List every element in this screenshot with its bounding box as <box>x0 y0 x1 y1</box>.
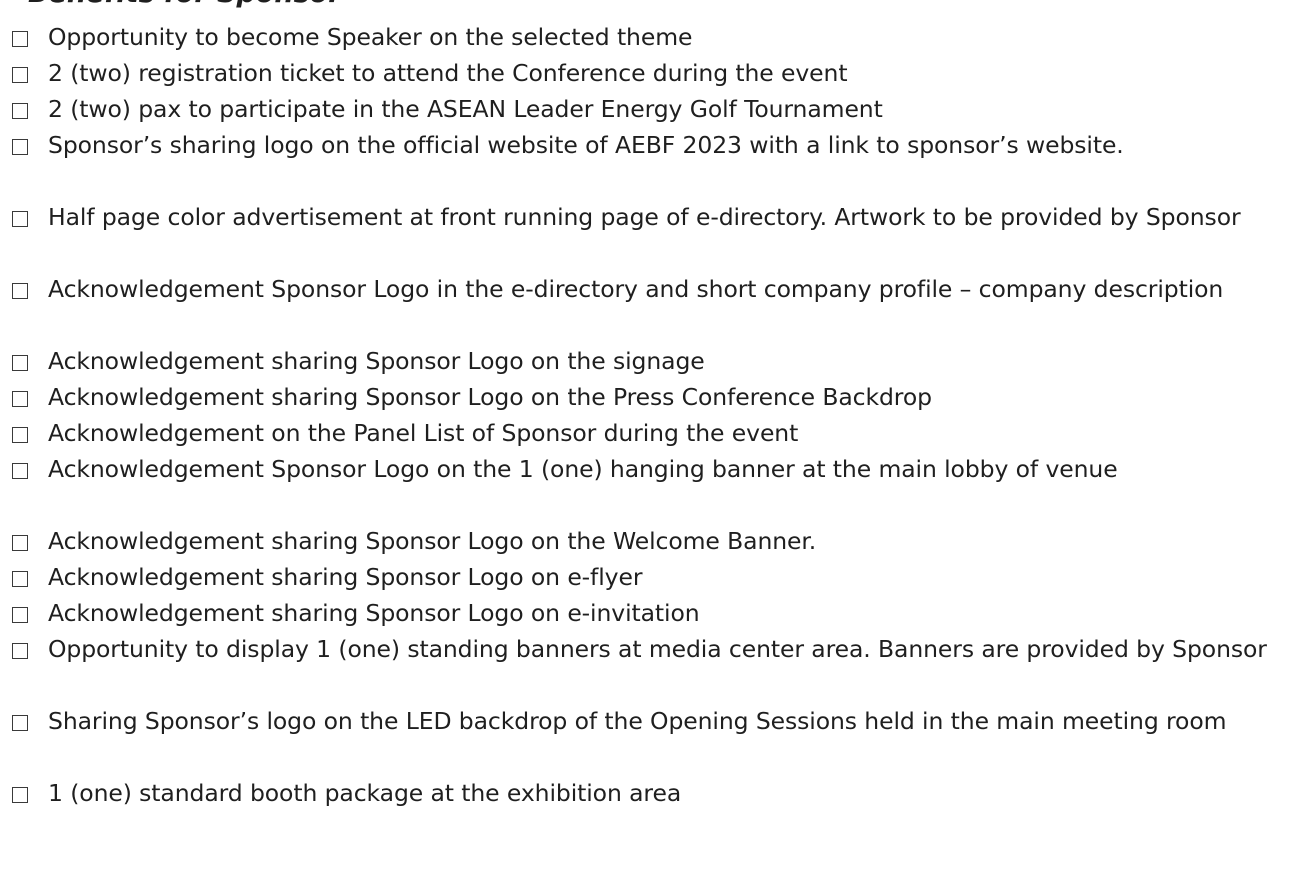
checkbox-icon <box>12 211 28 227</box>
section-heading-cropped: Benefits for Sponsor <box>0 0 1290 14</box>
checkbox-icon <box>12 535 28 551</box>
list-item-text: 2 (two) pax to participate in the ASEAN … <box>48 95 883 123</box>
checkbox-icon <box>12 391 28 407</box>
checkbox-icon <box>12 607 28 623</box>
list-item-text: Acknowledgement sharing Sponsor Logo on … <box>48 563 643 591</box>
checkbox-icon <box>12 571 28 587</box>
list-item-text: 1 (one) standard booth package at the ex… <box>48 779 682 807</box>
section-heading-text: Benefits for Sponsor <box>0 0 342 14</box>
checkbox-icon <box>12 283 28 299</box>
document-page: Benefits for Sponsor Opportunity to beco… <box>0 0 1290 882</box>
list-item-text: Opportunity to display 1 (one) standing … <box>48 635 1267 663</box>
checkbox-icon <box>12 355 28 371</box>
checkbox-icon <box>12 463 28 479</box>
list-item-text: Acknowledgement on the Panel List of Spo… <box>48 419 799 447</box>
checkbox-icon <box>12 67 28 83</box>
list-item-text: Acknowledgement Sponsor Logo in the e-di… <box>48 275 1224 303</box>
checkbox-icon <box>12 715 28 731</box>
checkbox-icon <box>12 643 28 659</box>
checkbox-icon <box>12 427 28 443</box>
list-item-text: Acknowledgement sharing Sponsor Logo on … <box>48 383 932 411</box>
list-item-text: Acknowledgement sharing Sponsor Logo on … <box>48 347 705 375</box>
list-item-text: Acknowledgement Sponsor Logo on the 1 (o… <box>48 455 1118 483</box>
checkbox-icon <box>12 787 28 803</box>
list-item-text: Acknowledgement sharing Sponsor Logo on … <box>48 527 817 555</box>
checkbox-icon <box>12 139 28 155</box>
list-item-text: Acknowledgement sharing Sponsor Logo on … <box>48 599 700 627</box>
list-item-text: Opportunity to become Speaker on the sel… <box>48 23 693 51</box>
list-item-text: Sharing Sponsor’s logo on the LED backdr… <box>48 707 1227 735</box>
list-item-text: Half page color advertisement at front r… <box>48 203 1241 231</box>
list-item-text: Sponsor’s sharing logo on the official w… <box>48 131 1124 159</box>
checkbox-icon <box>12 31 28 47</box>
checkbox-icon <box>12 103 28 119</box>
list-item-text: 2 (two) registration ticket to attend th… <box>48 59 848 87</box>
